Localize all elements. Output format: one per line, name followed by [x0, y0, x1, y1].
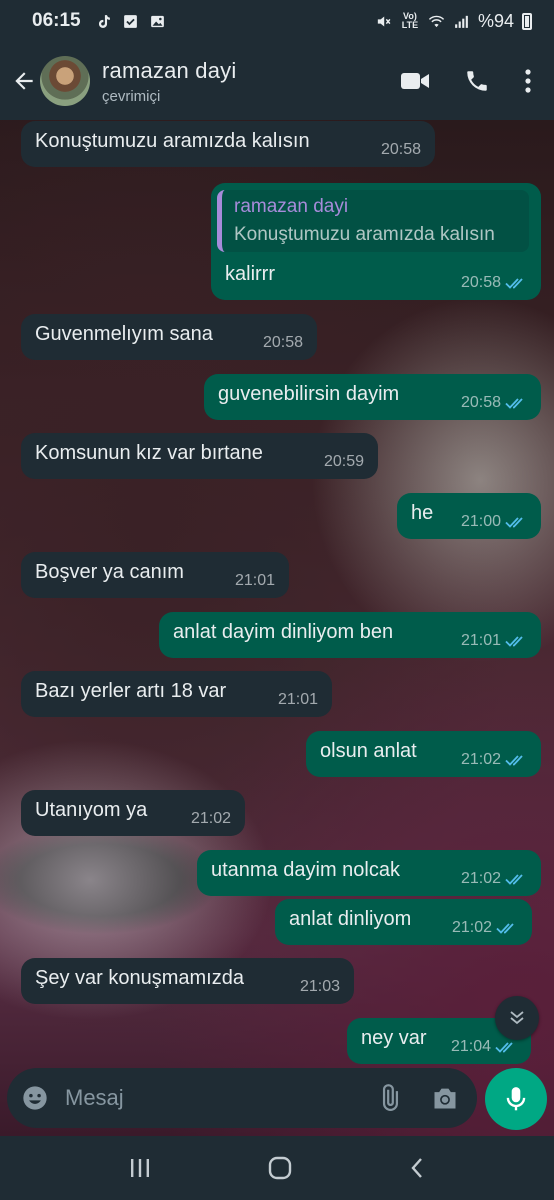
read-ticks-icon	[505, 517, 523, 528]
volte-icon: Vo) LTE	[401, 11, 419, 30]
emoji-icon[interactable]	[21, 1084, 49, 1112]
message-outgoing[interactable]: olsun anlat 21:02	[306, 731, 541, 777]
message-time: 20:59	[323, 453, 364, 470]
message-text: anlat dayim dinliyom ben	[173, 621, 394, 643]
message-time: 21:02	[451, 919, 492, 936]
message-time: 20:58	[460, 274, 501, 291]
wifi-icon	[428, 15, 445, 27]
message-time: 21:01	[460, 632, 501, 649]
message-time: 21:01	[234, 572, 275, 589]
status-bar: 06:15 Vo) LTE %94	[0, 0, 554, 42]
message-incoming[interactable]: Bazı yerler artı 18 var 21:01	[21, 671, 332, 717]
message-incoming[interactable]: Guvenmelıyım sana 20:58	[21, 314, 317, 360]
voice-record-button[interactable]	[485, 1068, 547, 1130]
read-ticks-icon	[505, 636, 523, 647]
message-time: 20:58	[460, 394, 501, 411]
message-outgoing[interactable]: anlat dayim dinliyom ben 21:01	[159, 612, 541, 658]
more-vert-icon[interactable]	[524, 68, 532, 94]
message-incoming[interactable]: Şey var konuşmamızda 21:03	[21, 958, 354, 1004]
mic-icon	[506, 1087, 526, 1111]
message-composer	[7, 1068, 477, 1128]
system-nav-bar	[0, 1136, 554, 1200]
check-square-icon	[123, 14, 137, 28]
message-text: he	[411, 502, 434, 524]
read-ticks-icon	[505, 278, 523, 289]
contact-name: ramazan dayi	[102, 57, 237, 83]
battery-text: %94	[477, 10, 514, 31]
message-text: guvenebilirsin dayim	[218, 383, 400, 405]
recent-apps-icon[interactable]	[128, 1157, 152, 1179]
message-incoming[interactable]: Boşver ya canım 21:01	[21, 552, 289, 598]
message-incoming[interactable]: Konuştumuzu aramızda kalısın 20:58	[21, 121, 435, 167]
message-time: 21:02	[460, 870, 501, 887]
quote-author: ramazan dayi	[234, 196, 349, 217]
message-incoming[interactable]: Utanıyom ya 21:02	[21, 790, 245, 836]
mute-icon	[377, 16, 391, 26]
read-ticks-icon	[505, 398, 523, 409]
message-time: 21:02	[460, 751, 501, 768]
message-text: Şey var konuşmamızda	[35, 967, 244, 989]
read-ticks-icon	[505, 755, 523, 766]
message-text: Komsunun kız var bırtane	[35, 442, 263, 464]
camera-icon[interactable]	[431, 1085, 459, 1111]
status-time: 06:15	[32, 10, 81, 31]
back-button[interactable]	[8, 61, 40, 101]
message-outgoing[interactable]: he 21:00	[397, 493, 541, 539]
battery-icon	[522, 12, 532, 30]
video-call-icon[interactable]	[400, 70, 430, 92]
message-text: Utanıyom ya	[35, 799, 148, 821]
message-time: 21:04	[450, 1038, 491, 1055]
message-time: 21:03	[299, 978, 340, 995]
message-text: Konuştumuzu aramızda kalısın	[35, 130, 310, 152]
message-time: 20:58	[380, 141, 421, 158]
home-icon[interactable]	[267, 1155, 293, 1181]
message-time: 21:00	[460, 513, 501, 530]
message-text: Boşver ya canım	[35, 561, 184, 583]
signal-icon	[455, 15, 468, 28]
phone-call-icon[interactable]	[464, 68, 490, 94]
message-time: 21:02	[190, 810, 231, 827]
message-text: olsun anlat	[320, 740, 417, 762]
gallery-icon	[150, 15, 164, 27]
attach-icon[interactable]	[375, 1084, 403, 1112]
chat-header: ramazan dayi çevrimiçi	[0, 42, 554, 120]
scroll-to-bottom-button[interactable]	[495, 996, 539, 1040]
message-text: ney var	[361, 1027, 427, 1049]
message-outgoing[interactable]: utanma dayim nolcak 21:02	[197, 850, 541, 896]
avatar[interactable]	[40, 56, 90, 106]
message-text: anlat dinliyom	[289, 908, 412, 930]
message-text: kalirrr	[225, 263, 275, 285]
double-chevron-down-icon	[510, 1011, 524, 1025]
contact-status: çevrimiçi	[102, 87, 161, 105]
message-text: Guvenmelıyım sana	[35, 323, 213, 345]
read-ticks-icon	[496, 923, 514, 934]
back-nav-icon[interactable]	[408, 1156, 426, 1180]
message-time: 20:58	[262, 334, 303, 351]
message-outgoing[interactable]: guvenebilirsin dayim 20:58	[204, 374, 541, 420]
message-text: utanma dayim nolcak	[211, 859, 400, 881]
read-ticks-icon	[495, 1042, 513, 1053]
quoted-message[interactable]: ramazan dayi Konuştumuzu aramızda kalısı…	[217, 190, 529, 252]
message-time: 21:01	[277, 691, 318, 708]
contact-info[interactable]: ramazan dayi çevrimiçi	[102, 58, 236, 105]
message-incoming[interactable]: Komsunun kız var bırtane 20:59	[21, 433, 378, 479]
message-input[interactable]	[65, 1085, 375, 1111]
message-outgoing[interactable]: anlat dinliyom 21:02	[275, 899, 532, 945]
message-text: Bazı yerler artı 18 var	[35, 680, 227, 702]
back-arrow-icon	[15, 72, 33, 90]
read-ticks-icon	[505, 874, 523, 885]
tiktok-icon	[98, 14, 110, 28]
quote-text: Konuştumuzu aramızda kalısın	[234, 224, 495, 245]
